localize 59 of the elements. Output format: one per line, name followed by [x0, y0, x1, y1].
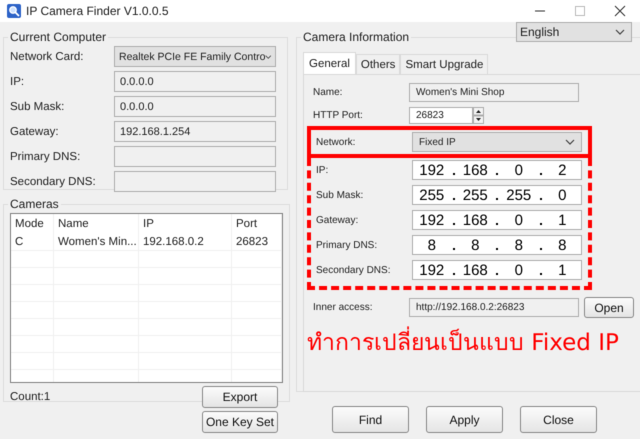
- window-title: IP Camera Finder V1.0.0.5: [26, 4, 169, 18]
- dialog-button[interactable]: Close: [520, 406, 597, 433]
- field-label: Name:: [313, 87, 344, 98]
- annotation-text: ทำการเปลี่ยนเป็นแบบ Fixed IP: [307, 324, 640, 360]
- ip-address-field[interactable]: 255 255 255 0: [412, 185, 582, 205]
- group-title: Camera Information: [302, 30, 410, 44]
- input-field[interactable]: [114, 171, 276, 192]
- field-label: Secondary DNS:: [316, 264, 392, 276]
- field-label: Secondary DNS:: [10, 176, 97, 188]
- group-title: Cameras: [9, 197, 60, 211]
- ip-address-field[interactable]: 192 168 0 1: [412, 210, 582, 230]
- tab[interactable]: General: [303, 52, 356, 74]
- field-label: Network Card:: [10, 50, 84, 62]
- input-field[interactable]: 192.168.1.254: [114, 121, 276, 142]
- input-field[interactable]: 0.0.0.0: [114, 96, 276, 117]
- network-card-dropdown[interactable]: Realtek PCIe FE Family Contro: [114, 46, 276, 67]
- table-cell: C: [11, 234, 54, 250]
- field-label: Gateway:: [316, 214, 360, 226]
- field-label: Gateway:: [10, 126, 60, 138]
- input-field[interactable]: http://192.168.0.2:26823: [409, 298, 579, 317]
- column-header[interactable]: Name: [54, 214, 139, 234]
- dialog-button[interactable]: Find: [332, 406, 409, 433]
- ip-address-field[interactable]: 8 8 8 8: [412, 235, 582, 255]
- spinner-icon[interactable]: [473, 107, 484, 124]
- field-label: Primary DNS:: [316, 240, 378, 250]
- one-key-set-button[interactable]: One Key Set: [202, 411, 278, 433]
- field-label: Inner access:: [313, 302, 374, 313]
- chevron-down-icon: [265, 54, 272, 60]
- tab[interactable]: Smart Upgrade: [400, 54, 488, 74]
- input-field[interactable]: Women's Mini Shop: [409, 83, 579, 102]
- table-cell: Women's Min...: [54, 234, 139, 250]
- chevron-down-icon: [565, 139, 575, 145]
- group-title: Current Computer: [9, 30, 108, 44]
- dialog-button[interactable]: Apply: [426, 406, 503, 433]
- field-label: Sub Mask:: [316, 190, 364, 200]
- field-label: HTTP Port:: [313, 110, 364, 121]
- input-field[interactable]: [114, 146, 276, 167]
- language-dropdown[interactable]: English: [516, 22, 632, 42]
- tab[interactable]: Others: [356, 54, 400, 74]
- port-field[interactable]: 26823: [409, 107, 473, 124]
- column-header[interactable]: IP: [139, 214, 232, 234]
- field-label: Primary DNS:: [10, 150, 82, 162]
- ip-address-field[interactable]: 192 168 0 1: [412, 260, 582, 280]
- table-cell: 26823: [232, 234, 282, 250]
- field-label: IP:: [316, 164, 330, 176]
- field-label: Sub Mask:: [10, 100, 66, 112]
- ip-address-field[interactable]: 192 168 0 2: [412, 160, 582, 180]
- network-dropdown[interactable]: Fixed IP: [412, 132, 582, 152]
- app-icon: [7, 4, 21, 18]
- column-header[interactable]: Mode: [11, 214, 54, 234]
- field-label: IP:: [10, 76, 26, 88]
- chevron-down-icon: [615, 29, 625, 35]
- open-button[interactable]: Open: [584, 297, 634, 318]
- table-cell: 192.168.0.2: [139, 234, 232, 250]
- export-button[interactable]: Export: [202, 386, 278, 408]
- column-header[interactable]: Port: [232, 214, 282, 234]
- field-label: Network:: [316, 136, 356, 148]
- count-label: Count:1: [10, 391, 50, 403]
- input-field[interactable]: 0.0.0.0: [114, 71, 276, 92]
